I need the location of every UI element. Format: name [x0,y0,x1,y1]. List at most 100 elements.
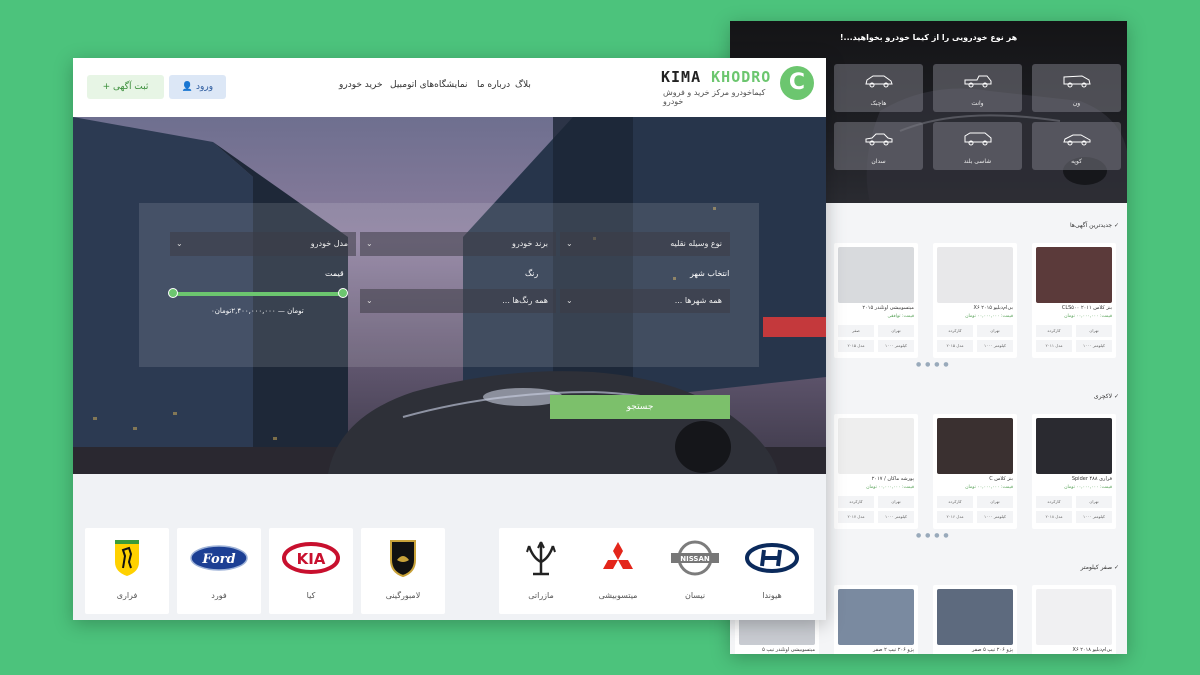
listing-spec: تهران [878,325,914,337]
listing-card[interactable]: بی‌ام‌دبلیو X۶ ۲۰۱۵ قیمت: ۰۰,۰۰۰,۰۰۰ توما… [933,243,1017,358]
listing-spec: مدل ۲۰۱۸ [1036,511,1072,523]
nav-dealers[interactable]: نمایشگاه‌های اتومبیل [390,80,468,90]
brand-nissan[interactable]: NISSAN نیسان [653,528,737,614]
listing-title: پژو ۲۰۶ تیپ ۵ صفر [971,647,1013,653]
vehicle-type-suv[interactable]: شاسی بلند [933,122,1022,170]
listing-photo[interactable] [838,418,914,474]
listing-card[interactable]: پژو ۲۰۶ تیپ ۲ صفر [834,585,918,654]
listing-spec: صفر [838,325,874,337]
listing-price: قیمت: توافقی [887,314,914,319]
listing-card[interactable]: میتسوبیشی اوتلندر ۲۰۱۵ قیمت: توافقی تهران ص… [834,243,918,358]
listing-photo[interactable] [937,418,1013,474]
home-page-window: C KIMA KHODRO کیماخودرو مرکز خرید و فروش… [73,58,826,620]
logo-mark[interactable]: C [780,66,814,100]
city-select[interactable]: همه شهرها ... ⌄ [560,289,730,313]
nissan-logo-icon: NISSAN [671,540,719,576]
chevron-down-icon: ⌄ [566,296,573,305]
svg-text:Ford: Ford [201,552,235,567]
listing-photo[interactable] [937,247,1013,303]
ford-logo-icon: Ford [190,545,248,571]
brand-hyundai[interactable]: هیوندا [730,528,814,614]
listing-title: بنز کلاس CLS۵۰۰ ۲۰۱۱ [1061,305,1112,311]
listing-card[interactable]: بی‌ام‌دبلیو X۶ ۲۰۱۸ [1032,585,1116,654]
search-panel [139,203,759,367]
ferrari-logo-icon [115,540,139,576]
color-select[interactable]: همه رنگ‌ها ... ⌄ [360,289,556,313]
listing-card[interactable]: فراری Spider ۴۸۸ قیمت: ۰۰,۰۰۰,۰۰۰ تومان ته… [1032,414,1116,529]
listing-photo[interactable] [1036,589,1112,645]
listing-spec: تهران [977,496,1013,508]
listing-title: میتسوبیشی اوتلندر تیپ ۵ [762,647,815,653]
listing-title: فراری Spider ۴۸۸ [1071,476,1112,482]
model-select[interactable]: مدل خودرو ⌄ [170,232,356,256]
listing-spec: ۱۰۰۰ کیلومتر [977,340,1013,352]
listing-photo[interactable] [838,589,914,645]
listing-price: قیمت: ۰۰,۰۰۰,۰۰۰ تومان [965,485,1013,490]
sedan-icon [865,133,893,146]
pickup-icon [964,75,992,88]
listing-title: میتسوبیشی اوتلندر ۲۰۱۵ [862,305,914,311]
vehicle-type-van[interactable]: ون [1032,64,1121,112]
listing-spec: کارکرده [838,496,874,508]
vehicle-type-sedan[interactable]: سدان [834,122,923,170]
brand-maserati[interactable]: مازراتی [499,528,583,614]
listing-spec: تهران [878,496,914,508]
site-header: C KIMA KHODRO کیماخودرو مرکز خرید و فروش… [73,58,826,117]
price-slider-min-handle[interactable] [168,288,178,298]
price-slider-max-handle[interactable] [338,288,348,298]
listing-spec: مدل ۲۰۱۶ [937,511,973,523]
price-slider-track[interactable] [173,292,345,296]
brand-lamborghini[interactable]: لامبورگینی [361,528,445,614]
svg-text:NISSAN: NISSAN [680,555,710,563]
vehicle-type-pickup[interactable]: وانت [933,64,1022,112]
login-button[interactable]: 👤 ورود [169,75,226,99]
carousel-dots[interactable]: ● ● ● ● [916,532,950,539]
listing-card[interactable]: پژو ۲۰۶ تیپ ۵ صفر [933,585,1017,654]
listing-photo[interactable] [1036,418,1112,474]
listing-price: قیمت: ۰۰,۰۰۰,۰۰۰ تومان [965,314,1013,319]
vehicle-type-coupe[interactable]: کوپه [1032,122,1121,170]
chevron-down-icon: ⌄ [566,239,573,248]
suv-icon [964,132,992,146]
listing-spec: ۱۰۰۰ کیلومتر [878,511,914,523]
nav-buy-car[interactable]: خرید خودرو [339,80,383,90]
lamborghini-logo-icon [390,540,416,578]
listing-spec: تهران [1076,325,1112,337]
price-label: قیمت [325,269,344,278]
brand-select[interactable]: برند خودرو ⌄ [360,232,556,256]
nav-blog[interactable]: بلاگ [515,80,531,90]
post-ad-button[interactable]: + ثبت آگهی [87,75,164,99]
logo-text[interactable]: KIMA KHODRO [661,68,771,86]
listing-title: بی‌ام‌دبلیو X۶ ۲۰۱۸ [1072,647,1112,653]
listing-photo[interactable] [838,247,914,303]
coupe-icon [1063,134,1091,146]
search-button[interactable]: جستجو [550,395,730,419]
listing-card[interactable]: پورشه ماکان / ۲۰۱۷ قیمت: ۰۰,۰۰۰,۰۰۰ تومان… [834,414,918,529]
brand-ford[interactable]: Ford فورد [177,528,261,614]
brand-ferrari[interactable]: فراری [85,528,169,614]
nav-about[interactable]: درباره ما [477,80,510,90]
listing-card[interactable]: بنز کلاس C قیمت: ۰۰,۰۰۰,۰۰۰ تومان تهران کار… [933,414,1017,529]
listing-title: پورشه ماکان / ۲۰۱۷ [871,476,914,482]
vehicle-type-hatchback[interactable]: هاچبک [834,64,923,112]
listing-photo[interactable] [1036,247,1112,303]
carousel-dots[interactable]: ● ● ● ● [916,361,950,368]
price-range-text: ۰تومان — ۲,۴۰۰,۰۰۰,۰۰۰تومان [211,307,304,315]
listing-card[interactable]: بنز کلاس CLS۵۰۰ ۲۰۱۱ قیمت: ۰۰,۰۰۰,۰۰۰ توم… [1032,243,1116,358]
brand-mitsubishi[interactable]: میتسوبیشی [576,528,660,614]
listing-spec: ۱۰۰۰ کیلومتر [1076,511,1112,523]
listing-photo[interactable] [937,589,1013,645]
listing-spec: مدل ۲۰۱۱ [1036,340,1072,352]
brand-kia[interactable]: KIA کیا [269,528,353,614]
brand-strip: هیوندا NISSAN نیسان میتسوبیشی مازراتی لا… [73,474,826,620]
listing-spec: مدل ۲۰۱۵ [838,340,874,352]
listing-spec: تهران [1076,496,1112,508]
user-icon: 👤 [181,82,194,92]
chevron-down-icon: ⌄ [176,239,183,248]
svg-text:KIA: KIA [297,550,326,568]
section-title-luxury: ✓ لاکچری [1093,393,1119,400]
chevron-down-icon: ⌄ [366,239,373,248]
listing-price: قیمت: ۰۰,۰۰۰,۰۰۰ تومان [1064,314,1112,319]
vehicle-type-select[interactable]: نوع وسیله نقلیه ⌄ [560,232,730,256]
listing-spec: مدل ۲۰۱۷ [838,511,874,523]
